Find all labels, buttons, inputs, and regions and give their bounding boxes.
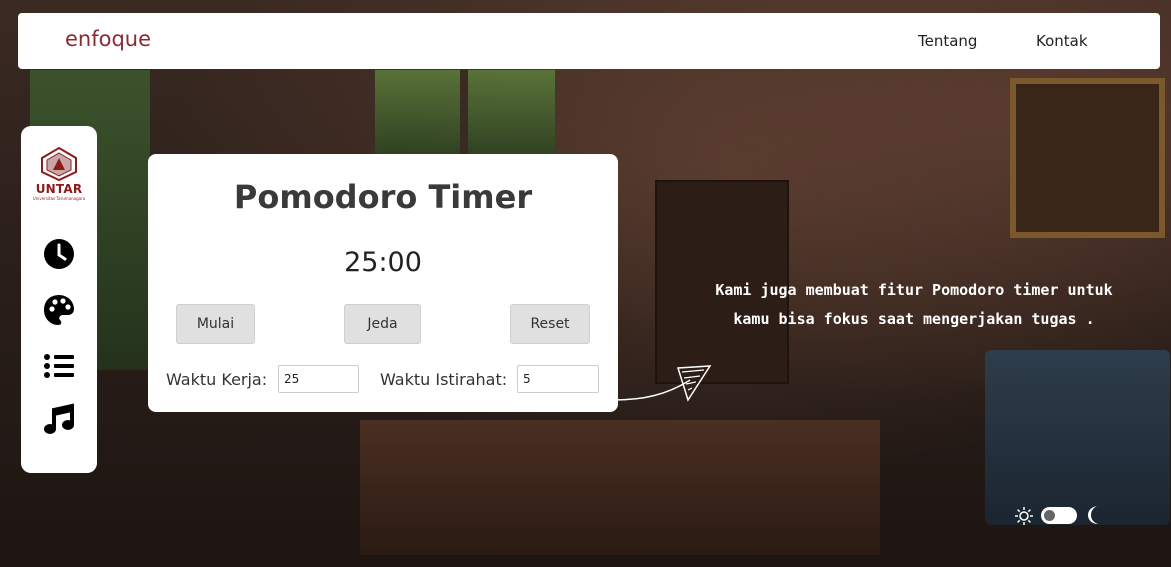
feature-note: Kami juga membuat fitur Pomodoro timer u…	[690, 276, 1138, 334]
arrow-icon	[613, 365, 712, 402]
background-desk	[360, 420, 880, 555]
brand-logo-text[interactable]: enfoque	[65, 27, 151, 51]
timer-title: Pomodoro Timer	[233, 178, 533, 216]
palette-icon[interactable]	[41, 292, 77, 328]
pomodoro-card: Pomodoro Timer 25:00 Mulai Jeda Reset Wa…	[148, 154, 618, 412]
moon-icon[interactable]	[1083, 504, 1103, 526]
untar-emblem-icon	[41, 146, 77, 182]
top-navbar: enfoque Tentang Kontak	[18, 13, 1160, 69]
nav-link-kontak[interactable]: Kontak	[1036, 32, 1088, 50]
work-time-input[interactable]	[278, 365, 359, 393]
start-button[interactable]: Mulai	[176, 304, 255, 344]
background-sofa	[985, 350, 1170, 525]
feature-note-line2: kamu bisa fokus saat mengerjakan tugas .	[733, 310, 1095, 328]
break-time-input[interactable]	[517, 365, 599, 393]
theme-switcher	[1014, 503, 1104, 527]
toggle-knob	[1044, 510, 1055, 521]
list-icon[interactable]	[41, 348, 77, 384]
logo-subtitle: Universitas Tarumanagara	[32, 196, 86, 201]
clock-icon[interactable]	[41, 236, 77, 272]
reset-button[interactable]: Reset	[510, 304, 590, 344]
feature-note-line1: Kami juga membuat fitur Pomodoro timer u…	[715, 281, 1113, 299]
background-window-top	[375, 70, 555, 155]
background-painting	[1010, 78, 1165, 238]
timer-display: 25:00	[344, 247, 422, 278]
pause-button[interactable]: Jeda	[344, 304, 421, 344]
untar-logo: UNTAR Universitas Tarumanagara	[31, 146, 87, 201]
break-time-label: Waktu Istirahat:	[380, 370, 508, 389]
sun-icon[interactable]	[1014, 506, 1034, 526]
logo-wordmark: UNTAR	[35, 182, 83, 196]
nav-link-tentang[interactable]: Tentang	[918, 32, 977, 50]
work-time-label: Waktu Kerja:	[166, 370, 268, 389]
sidebar: UNTAR Universitas Tarumanagara	[21, 126, 97, 473]
theme-toggle[interactable]	[1041, 507, 1077, 524]
music-icon[interactable]	[41, 402, 77, 438]
